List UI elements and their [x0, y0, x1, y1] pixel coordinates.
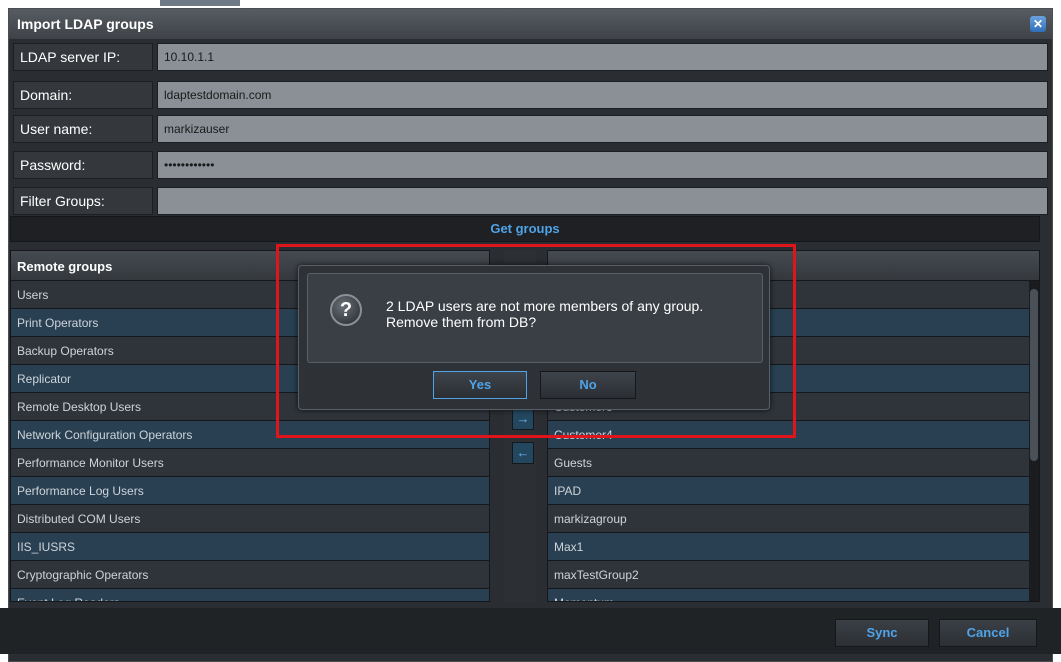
list-item[interactable]: Performance Log Users [11, 477, 489, 505]
confirm-dialog: ? 2 LDAP users are not more members of a… [298, 265, 770, 410]
no-button[interactable]: No [540, 371, 636, 399]
dialog-body: ? 2 LDAP users are not more members of a… [307, 273, 763, 363]
question-icon: ? [330, 294, 362, 326]
close-icon[interactable]: ✕ [1030, 16, 1046, 32]
server-ip-row: LDAP server IP: 10.10.1.1 [13, 43, 1048, 71]
get-groups-button[interactable]: Get groups [10, 216, 1040, 242]
domain-row: Domain: ldaptestdomain.com [13, 81, 1048, 109]
username-row: User name: markizauser [13, 115, 1048, 143]
list-item[interactable]: markizagroup [548, 505, 1039, 533]
password-row: Password: •••••••••••• [13, 151, 1048, 179]
list-item[interactable]: Cryptographic Operators [11, 561, 489, 589]
arrow-left-icon[interactable]: ← [512, 442, 534, 464]
dialog-message-line1: 2 LDAP users are not more members of any… [386, 298, 704, 314]
background-strip [0, 0, 1061, 8]
server-ip-input[interactable]: 10.10.1.1 [157, 43, 1048, 71]
list-item[interactable]: Guests [548, 449, 1039, 477]
sync-button[interactable]: Sync [835, 619, 929, 647]
domain-label: Domain: [13, 81, 153, 109]
window-title: Import LDAP groups [17, 16, 154, 32]
list-item[interactable]: Event Log Readers [11, 589, 489, 601]
filter-input[interactable] [157, 187, 1048, 215]
list-item[interactable]: Max1 [548, 533, 1039, 561]
footer-bar: Sync Cancel [0, 608, 1061, 654]
list-item[interactable]: Performance Monitor Users [11, 449, 489, 477]
username-label: User name: [13, 115, 153, 143]
server-ip-label: LDAP server IP: [13, 43, 153, 71]
password-label: Password: [13, 151, 153, 179]
dialog-message-line2: Remove them from DB? [386, 314, 537, 330]
background-tab [160, 0, 240, 6]
list-item[interactable]: Distributed COM Users [11, 505, 489, 533]
scrollbar-thumb[interactable] [1030, 289, 1038, 461]
domain-input[interactable]: ldaptestdomain.com [157, 81, 1048, 109]
filter-label: Filter Groups: [13, 187, 153, 215]
list-item[interactable]: IPAD [548, 477, 1039, 505]
cancel-button[interactable]: Cancel [939, 619, 1037, 647]
list-item[interactable]: IIS_IUSRS [11, 533, 489, 561]
list-item[interactable]: Momentum [548, 589, 1039, 601]
password-input[interactable]: •••••••••••• [157, 151, 1048, 179]
yes-button[interactable]: Yes [433, 371, 527, 399]
list-item[interactable]: maxTestGroup2 [548, 561, 1039, 589]
filter-row: Filter Groups: [13, 187, 1048, 215]
dialog-message: 2 LDAP users are not more members of any… [386, 298, 703, 330]
window-titlebar: Import LDAP groups ✕ [9, 9, 1052, 39]
username-input[interactable]: markizauser [157, 115, 1048, 143]
